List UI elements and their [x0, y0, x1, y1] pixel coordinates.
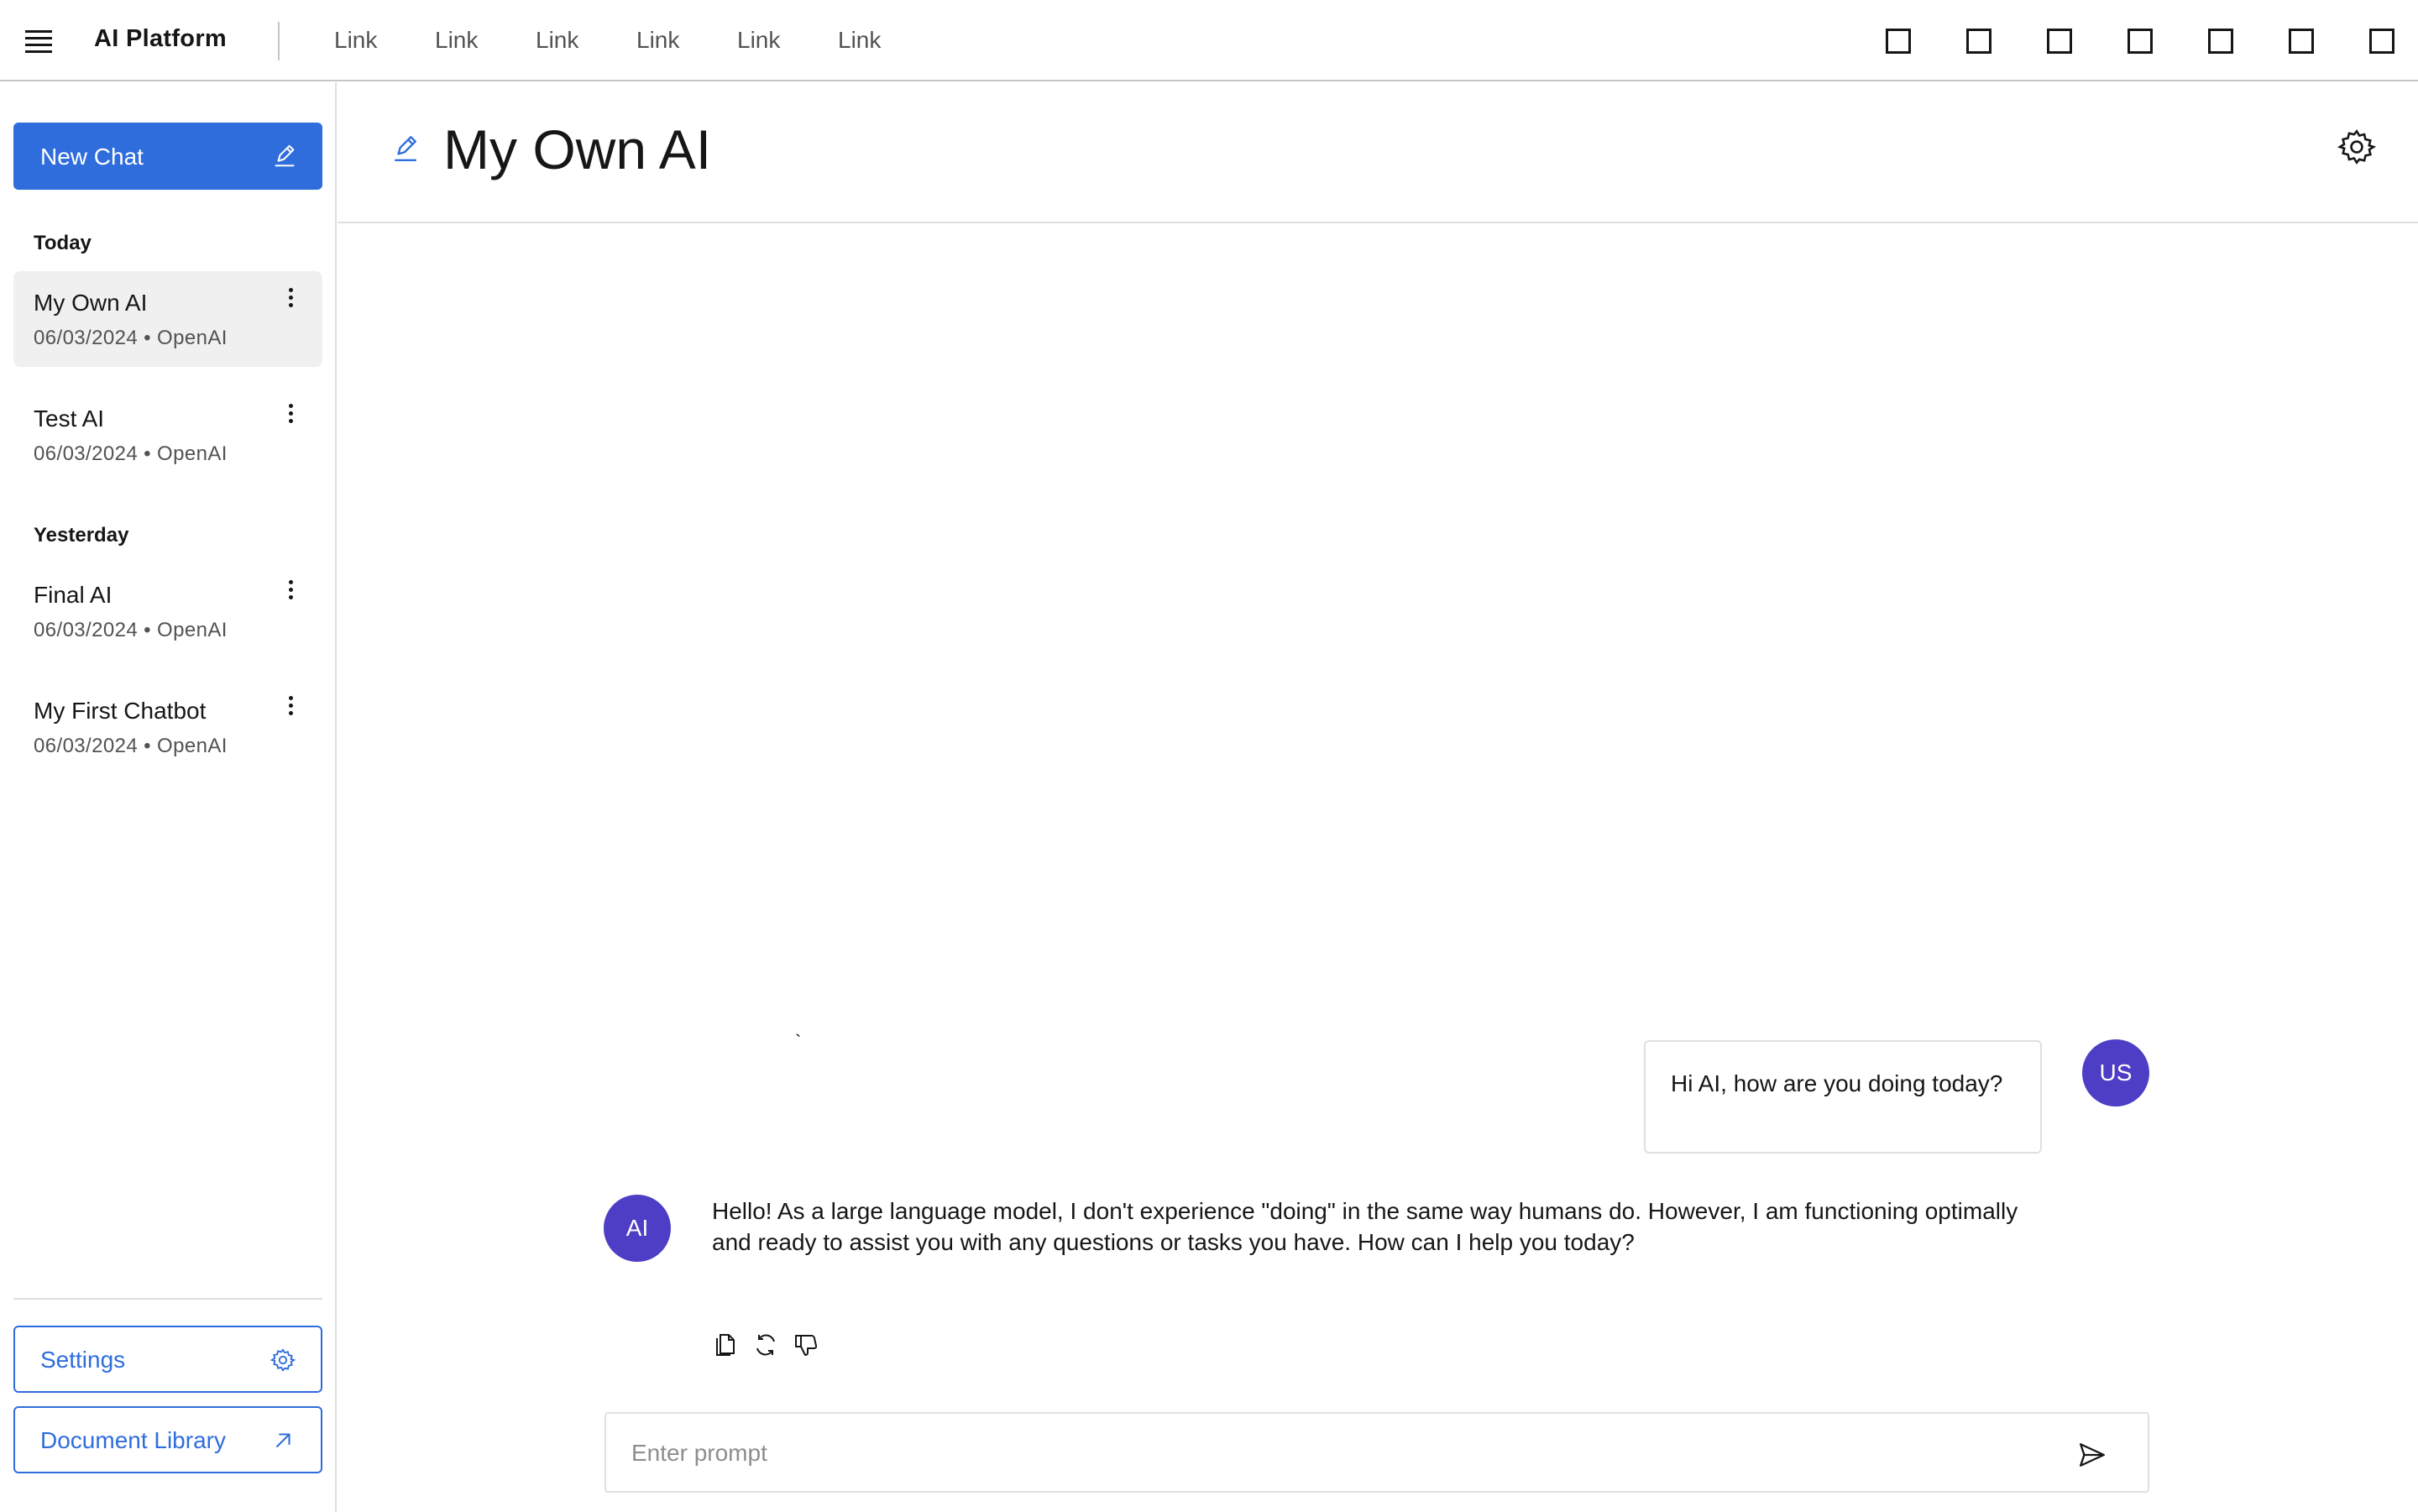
header-divider — [278, 22, 280, 60]
user-message-bubble: Hi AI, how are you doing today? — [1644, 1040, 2042, 1154]
settings-label: Settings — [40, 1347, 126, 1373]
chat-history-item[interactable]: My First Chatbot 06/03/2024 • OpenAI — [13, 679, 322, 775]
settings-button[interactable]: Settings — [13, 1326, 322, 1393]
section-heading-today: Today — [34, 232, 92, 254]
new-chat-label: New Chat — [40, 144, 144, 170]
chat-history-item[interactable]: Test AI 06/03/2024 • OpenAI — [13, 387, 322, 483]
thumbs-down-icon[interactable] — [793, 1332, 819, 1358]
prompt-box — [604, 1412, 2149, 1493]
square-icon[interactable] — [2128, 29, 2153, 54]
nav-link-2[interactable]: Link — [435, 27, 479, 54]
nav-link-4[interactable]: Link — [636, 27, 681, 54]
square-icon[interactable] — [2369, 29, 2394, 54]
chat-item-title: My Own AI — [34, 290, 148, 316]
chat-item-title: Final AI — [34, 582, 113, 608]
chat-item-meta: 06/03/2024 • OpenAI — [34, 442, 228, 465]
chat-item-title: My First Chatbot — [34, 698, 207, 724]
nav-link-3[interactable]: Link — [536, 27, 580, 54]
nav-link-1[interactable]: Link — [334, 27, 379, 54]
chat-item-meta: 06/03/2024 • OpenAI — [34, 735, 228, 757]
brand-name: AI Platform — [94, 25, 227, 52]
document-library-label: Document Library — [40, 1427, 226, 1453]
square-icon[interactable] — [2289, 29, 2314, 54]
nav-link-5[interactable]: Link — [737, 27, 782, 54]
menu-icon[interactable] — [25, 30, 52, 53]
chat-history-item[interactable]: Final AI 06/03/2024 • OpenAI — [13, 563, 322, 659]
page-title: My Own AI — [443, 118, 712, 180]
top-header: AI Platform Link Link Link Link Link Lin… — [0, 0, 2418, 81]
nav-link-6[interactable]: Link — [838, 27, 882, 54]
header-utilities — [1830, 29, 2394, 54]
section-heading-yesterday: Yesterday — [34, 524, 129, 547]
chat-item-meta: 06/03/2024 • OpenAI — [34, 327, 228, 349]
new-chat-button[interactable]: New Chat — [13, 123, 322, 190]
overflow-menu-icon[interactable] — [287, 404, 294, 427]
overflow-menu-icon[interactable] — [287, 580, 294, 604]
document-library-button[interactable]: Document Library — [13, 1406, 322, 1473]
user-message-text: Hi AI, how are you doing today? — [1671, 1070, 2003, 1096]
stray-mark: ` — [795, 1031, 802, 1052]
message-actions — [712, 1332, 833, 1358]
prompt-input[interactable] — [631, 1434, 2059, 1473]
square-icon[interactable] — [1966, 29, 1991, 54]
send-icon[interactable] — [2077, 1441, 2107, 1469]
edit-icon — [275, 144, 295, 167]
ai-message-text: Hello! As a large language model, I don'… — [712, 1198, 2018, 1255]
arrow-up-right-icon — [275, 1433, 290, 1448]
overflow-menu-icon[interactable] — [287, 288, 294, 311]
square-icon[interactable] — [2208, 29, 2233, 54]
sidebar-divider — [13, 1298, 322, 1300]
copy-icon[interactable] — [712, 1332, 739, 1358]
chat-history-item[interactable]: My Own AI 06/03/2024 • OpenAI — [13, 271, 322, 367]
gear-icon[interactable] — [2337, 128, 2376, 166]
header-nav: Link Link Link Link Link Link — [334, 27, 939, 54]
square-icon[interactable] — [1886, 29, 1911, 54]
overflow-menu-icon[interactable] — [287, 696, 294, 719]
chat-item-meta: 06/03/2024 • OpenAI — [34, 619, 228, 641]
chat-header: My Own AI — [338, 82, 2418, 223]
ai-avatar: AI — [604, 1195, 671, 1262]
sidebar: New Chat Today My Own AI 06/03/2024 • Op… — [0, 82, 337, 1512]
user-avatar: US — [2082, 1039, 2149, 1107]
gear-icon — [270, 1348, 296, 1372]
chat-item-title: Test AI — [34, 405, 105, 432]
regenerate-icon[interactable] — [752, 1332, 779, 1358]
edit-title-icon[interactable] — [391, 134, 420, 163]
square-icon[interactable] — [2047, 29, 2072, 54]
